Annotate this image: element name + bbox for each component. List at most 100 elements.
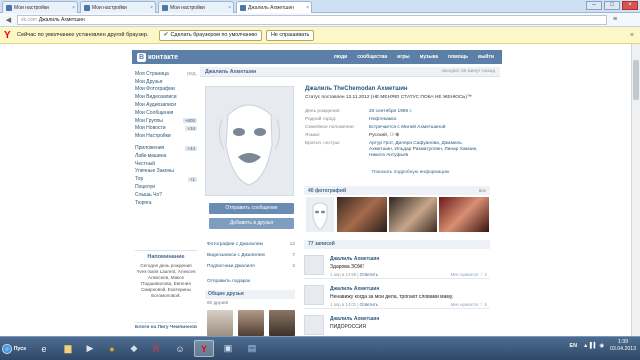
- post-date[interactable]: 1 апр в 14:59: [330, 272, 356, 277]
- avatar[interactable]: [205, 86, 294, 196]
- profile-status[interactable]: Статус поставлен 13.11.2012 (НЕ МЕНЯЮ СТ…: [305, 95, 472, 100]
- friend-thumbnail[interactable]: [207, 310, 233, 336]
- close-tab-icon[interactable]: ×: [306, 5, 309, 11]
- left-menu: Моя Страница ред. Мои Друзья Мои Фотограф…: [135, 70, 197, 207]
- photo-thumbnail[interactable]: [389, 197, 437, 232]
- send-gift-link[interactable]: Отправить подарок: [207, 277, 295, 285]
- browser-tab[interactable]: Мои настройки ×: [80, 1, 156, 13]
- post-avatar[interactable]: [304, 285, 324, 305]
- media-player-icon[interactable]: ▶: [80, 340, 100, 357]
- left-menu-item[interactable]: Мои Друзья: [135, 78, 197, 86]
- edit-link[interactable]: ред.: [187, 71, 197, 77]
- browser-tab-active[interactable]: Джалиль Ахметшин ×: [236, 1, 312, 13]
- reply-link[interactable]: Ответить: [360, 302, 378, 307]
- friend-thumbnail[interactable]: [238, 310, 264, 336]
- send-message-button[interactable]: Отправить сообщение: [209, 203, 294, 214]
- left-menu-item[interactable]: Уличные Законы: [135, 168, 197, 176]
- profile-link[interactable]: Подписчики Джалиля 2: [207, 262, 295, 270]
- maximize-icon[interactable]: □: [604, 1, 620, 10]
- reply-link[interactable]: Ответить: [360, 272, 378, 277]
- browser-tab[interactable]: Мои настройки ×: [158, 1, 234, 13]
- left-menu-item[interactable]: Мои Новости +34: [135, 125, 197, 133]
- close-tab-icon[interactable]: ×: [72, 5, 75, 11]
- left-menu-item[interactable]: Мои Видеозаписи: [135, 93, 197, 101]
- left-menu-item[interactable]: Лайк-машина: [135, 152, 197, 160]
- clock[interactable]: 1:39 03.04.2013: [610, 339, 636, 353]
- nav-people[interactable]: люди: [334, 54, 348, 60]
- firefox-icon[interactable]: ●: [102, 340, 122, 357]
- minimize-icon[interactable]: –: [586, 1, 602, 10]
- post-author[interactable]: Джалиль Ахметшин: [330, 286, 379, 292]
- left-menu-item[interactable]: Честный: [135, 160, 197, 168]
- photo-thumbnail[interactable]: [337, 197, 387, 232]
- browser-menu-icon[interactable]: ≡: [613, 16, 617, 23]
- like-button[interactable]: Мне нравится ♡ 5: [451, 302, 487, 308]
- mask-app-icon[interactable]: ☺: [170, 340, 190, 357]
- nav-logout[interactable]: выйти: [478, 54, 494, 60]
- nav-music[interactable]: музыка: [420, 54, 438, 60]
- info-value[interactable]: 20 сентября 1996 г.: [369, 109, 412, 115]
- left-menu-item[interactable]: Мои Аудиозаписи: [135, 101, 197, 109]
- screenshot-icon[interactable]: ▤: [242, 340, 262, 357]
- make-default-button[interactable]: ✔ Сделать браузером по умолчанию: [158, 29, 263, 41]
- scrollbar-thumb[interactable]: [633, 60, 639, 100]
- post-date[interactable]: 1 апр в 14:01: [330, 302, 356, 307]
- tray-icons[interactable]: ▲ ▌▍ ◉: [583, 343, 604, 349]
- post-avatar[interactable]: [304, 255, 324, 275]
- left-menu-item[interactable]: Приложения +44: [135, 144, 197, 152]
- friend-thumbnail[interactable]: [269, 310, 295, 336]
- ie-icon[interactable]: e: [34, 340, 54, 357]
- close-tab-icon[interactable]: ×: [228, 5, 231, 11]
- post-text: ПИДОРОССИЯ: [330, 324, 367, 330]
- page-scrollbar[interactable]: [631, 44, 640, 336]
- window-icon[interactable]: ▣: [218, 340, 238, 357]
- post-author[interactable]: Джалиль Ахметшин: [330, 316, 379, 322]
- language-indicator[interactable]: EN: [570, 343, 578, 349]
- vk-logo[interactable]: В контакте: [137, 52, 178, 62]
- photos-header[interactable]: 40 фотографий все: [304, 186, 490, 195]
- like-button[interactable]: Мне нравится ♡ 2: [451, 272, 487, 278]
- reminder-text[interactable]: Сегодня день рождения Yves-Saint Laurent…: [135, 263, 197, 299]
- folder-icon[interactable]: ▆: [58, 340, 78, 357]
- left-menu-item[interactable]: Тюряга: [135, 199, 197, 207]
- back-icon[interactable]: ◀: [4, 16, 13, 24]
- photo-thumbnail[interactable]: [306, 197, 334, 232]
- blogs-link[interactable]: Блоги на Лигу Чемпионов: [135, 322, 197, 331]
- post-author[interactable]: Джалиль Ахметшин: [330, 256, 379, 262]
- browser-tab[interactable]: Мои настройки ×: [2, 1, 78, 13]
- left-menu-item[interactable]: Моя Страница ред.: [135, 70, 197, 78]
- info-value[interactable]: Нефтекамск: [369, 117, 396, 123]
- left-menu-item[interactable]: Мои Фотографии: [135, 86, 197, 94]
- nav-communities[interactable]: сообщества: [357, 54, 387, 60]
- close-window-icon[interactable]: ×: [622, 1, 638, 10]
- start-button[interactable]: Пуск: [2, 341, 26, 356]
- show-details-link[interactable]: Показать подробную информацию: [372, 170, 449, 175]
- close-tab-icon[interactable]: ×: [150, 5, 153, 11]
- profile-link[interactable]: Фотографии с Джалилем 12: [207, 240, 295, 248]
- infobar-close-icon[interactable]: ×: [630, 32, 634, 39]
- left-menu-item[interactable]: Мои Настройки: [135, 132, 197, 140]
- add-friend-button[interactable]: Добавить в друзья: [209, 218, 294, 229]
- url-field[interactable]: vk.com Джалиль Ахметшин: [17, 14, 607, 25]
- left-menu-item[interactable]: Мои Сообщения: [135, 109, 197, 117]
- info-row-relationship: Семейное положение: встречается с Милей А…: [305, 125, 500, 131]
- info-value[interactable]: встречается с Милей Ахметшиной: [369, 125, 445, 131]
- nav-help[interactable]: помощь: [448, 54, 468, 60]
- photos-all-link[interactable]: все: [479, 188, 486, 193]
- info-value[interactable]: Артур Грот, Диляра Сафуанова, Джамиль Ах…: [369, 141, 487, 159]
- yandex-logo-icon: Y: [4, 29, 11, 41]
- nav-games[interactable]: игры: [397, 54, 409, 60]
- left-menu-item[interactable]: Поцелуи: [135, 183, 197, 191]
- left-menu-item[interactable]: Тор +1: [135, 175, 197, 183]
- yandex-browser-icon[interactable]: Y: [194, 340, 214, 357]
- yandex-icon[interactable]: Я: [146, 340, 166, 357]
- mutual-friends-header[interactable]: Общие друзья: [205, 290, 295, 299]
- left-menu-item[interactable]: Слышь Чо?: [135, 191, 197, 199]
- left-menu-item[interactable]: Мои Группы +605: [135, 117, 197, 125]
- post-avatar[interactable]: [304, 315, 324, 335]
- app-icon[interactable]: ◆: [124, 340, 144, 357]
- photo-thumbnail[interactable]: [439, 197, 489, 232]
- dont-ask-button[interactable]: Не спрашивать: [266, 29, 315, 41]
- wall-header[interactable]: 77 записей: [304, 240, 490, 249]
- profile-link[interactable]: Видеозаписи с Джалилем 7: [207, 251, 295, 259]
